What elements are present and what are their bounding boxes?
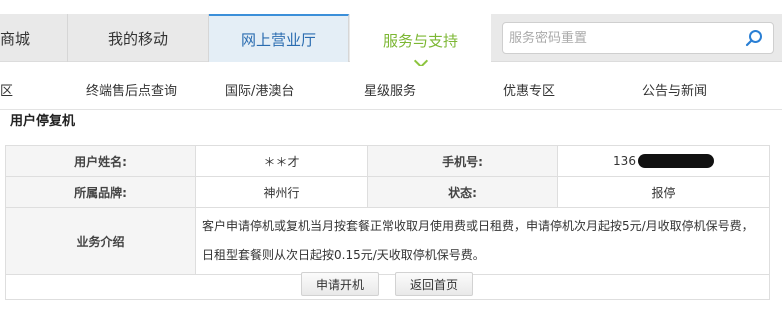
tab-mall[interactable]: 商城 xyxy=(0,14,68,62)
redaction-mark xyxy=(637,154,714,169)
name-value: ＊＊才 xyxy=(195,145,368,177)
sub-navigation: 区 终端售后点查询 国际/港澳台 星级服务 优惠专区 公告与新闻 xyxy=(0,66,782,110)
search-input[interactable] xyxy=(509,23,734,53)
subnav-item-offers[interactable]: 优惠专区 xyxy=(503,80,555,99)
table-row: 所属品牌: 神州行 状态: 报停 xyxy=(5,176,770,208)
intro-label: 业务介绍 xyxy=(5,207,196,275)
phone-value: 136 xyxy=(613,153,636,168)
subnav-item-aftersale[interactable]: 终端售后点查询 xyxy=(86,80,177,99)
subnav-item-news[interactable]: 公告与新闻 xyxy=(642,80,707,99)
status-label: 状态: xyxy=(367,176,558,208)
page-title: 用户停复机 xyxy=(10,114,76,129)
top-navigation: 商城 我的移动 网上营业厅 服务与支持 xyxy=(0,14,782,69)
name-label: 用户姓名: xyxy=(5,145,196,177)
open-service-button[interactable]: 申请开机 xyxy=(301,272,380,296)
action-bar: 申请开机 返回首页 xyxy=(5,268,770,300)
phone-label: 手机号: xyxy=(367,145,558,177)
intro-text: 客户申请停机或复机当月按套餐正常收取月使用费或日租费，申请停机次月起按5元/月收… xyxy=(195,207,770,275)
subnav-item-partial[interactable]: 区 xyxy=(0,80,13,99)
phone-cell: 136 xyxy=(557,145,770,177)
subnav-item-international[interactable]: 国际/港澳台 xyxy=(225,80,294,99)
user-info-table: 用户姓名: ＊＊才 手机号: 136 所属品牌: 神州行 状态: 报停 业务介绍… xyxy=(5,145,770,275)
search-box xyxy=(502,22,774,54)
table-row: 业务介绍 客户申请停机或复机当月按套餐正常收取月使用费或日租费，申请停机次月起按… xyxy=(5,207,770,275)
table-row: 用户姓名: ＊＊才 手机号: 136 xyxy=(5,145,770,177)
search-icon[interactable] xyxy=(745,29,763,47)
subnav-item-star-service[interactable]: 星级服务 xyxy=(364,80,416,99)
tab-my-mobile[interactable]: 我的移动 xyxy=(68,14,209,62)
brand-label: 所属品牌: xyxy=(5,176,196,208)
brand-value: 神州行 xyxy=(195,176,368,208)
status-value: 报停 xyxy=(557,176,770,208)
tab-online-hall[interactable]: 网上营业厅 xyxy=(209,14,349,62)
back-home-button[interactable]: 返回首页 xyxy=(395,272,474,296)
